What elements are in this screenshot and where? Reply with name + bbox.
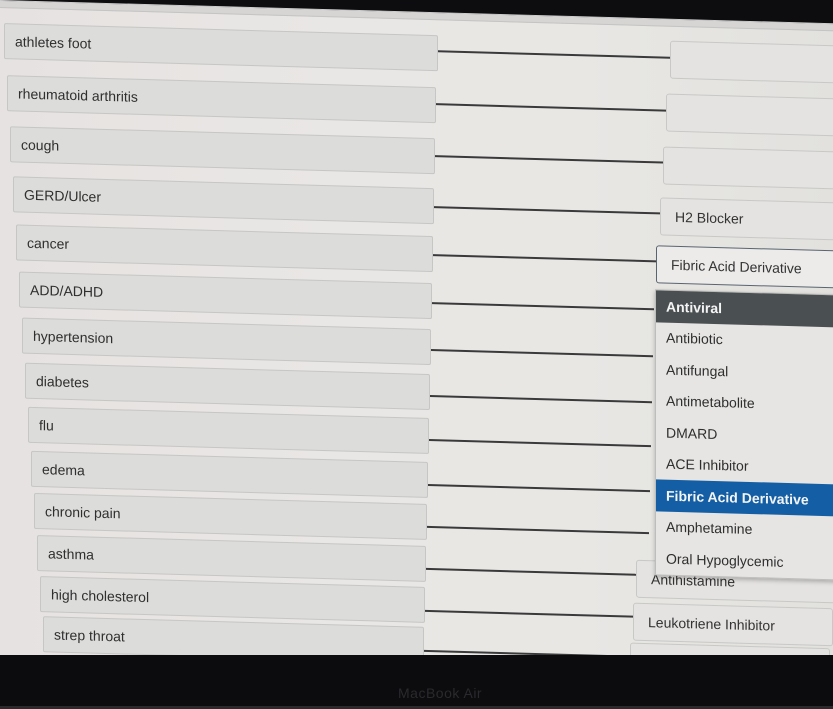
answer-dropdown-cancer[interactable]: Fibric Acid Derivative bbox=[656, 245, 833, 289]
dropdown-option[interactable]: Antibiotic bbox=[656, 322, 833, 359]
prompt-label: ADD/ADHD bbox=[30, 281, 104, 300]
connector-line bbox=[429, 438, 651, 448]
prompt-flu: flu bbox=[28, 406, 429, 454]
connector-line bbox=[425, 609, 633, 618]
prompt-edema: edema bbox=[31, 450, 428, 498]
prompt-label: edema bbox=[42, 461, 85, 479]
answer-dropdown-high-cholesterol[interactable]: Leukotriene Inhibitor bbox=[633, 602, 833, 647]
matching-quiz-screen: athletes foot rheumatoid arthritis cough… bbox=[0, 0, 833, 687]
connector-line bbox=[427, 525, 649, 535]
prompt-diabetes: diabetes bbox=[25, 362, 430, 411]
connector-line bbox=[435, 155, 663, 164]
prompt-label: hypertension bbox=[33, 327, 114, 347]
dropdown-options-list: Antiviral Antibiotic Antifungal Antimeta… bbox=[655, 289, 833, 581]
prompt-label: chronic pain bbox=[45, 503, 121, 522]
connector-line bbox=[434, 206, 660, 215]
dropdown-option[interactable]: Oral Hypoglycemic bbox=[656, 542, 833, 579]
prompt-cough: cough bbox=[10, 126, 435, 175]
dropdown-option-selected[interactable]: Fibric Acid Derivative bbox=[656, 479, 833, 517]
dropdown-option[interactable]: Antiviral bbox=[656, 290, 833, 328]
prompt-chronic-pain: chronic pain bbox=[34, 492, 427, 540]
prompt-label: athletes foot bbox=[15, 33, 92, 52]
prompt-label: cough bbox=[21, 136, 60, 154]
prompt-label: cancer bbox=[27, 234, 70, 252]
prompt-label: strep throat bbox=[54, 626, 125, 645]
answer-dropdown-cough[interactable] bbox=[663, 146, 833, 190]
prompt-label: GERD/Ulcer bbox=[24, 186, 102, 205]
prompt-label: flu bbox=[39, 417, 54, 434]
prompt-label: asthma bbox=[48, 545, 94, 563]
dropdown-option[interactable]: Amphetamine bbox=[656, 511, 833, 548]
connector-line bbox=[433, 254, 657, 263]
connector-line bbox=[431, 349, 653, 358]
dropdown-option[interactable]: DMARD bbox=[656, 416, 833, 453]
answer-value: H2 Blocker bbox=[675, 208, 744, 227]
prompt-athletes-foot: athletes foot bbox=[4, 23, 438, 72]
prompt-asthma: asthma bbox=[37, 535, 426, 582]
dropdown-option[interactable]: Antifungal bbox=[656, 353, 833, 390]
connector-line bbox=[436, 103, 666, 112]
prompt-label: diabetes bbox=[36, 373, 89, 391]
prompt-rheumatoid-arthritis: rheumatoid arthritis bbox=[7, 75, 436, 124]
answer-dropdown-gerd-ulcer[interactable]: H2 Blocker bbox=[660, 197, 833, 241]
prompt-add-adhd: ADD/ADHD bbox=[19, 271, 432, 320]
prompt-label: high cholesterol bbox=[51, 586, 150, 606]
dropdown-option[interactable]: Antimetabolite bbox=[656, 385, 833, 422]
laptop-bezel: MacBook Air bbox=[0, 655, 833, 709]
prompt-cancer: cancer bbox=[16, 224, 433, 273]
connector-line bbox=[438, 50, 670, 59]
answer-value: Fibric Acid Derivative bbox=[671, 256, 802, 277]
prompt-label: rheumatoid arthritis bbox=[18, 85, 138, 105]
answer-dropdown-rheumatoid-arthritis[interactable] bbox=[666, 93, 833, 137]
answer-value: Leukotriene Inhibitor bbox=[648, 614, 775, 634]
dropdown-option[interactable]: ACE Inhibitor bbox=[656, 448, 833, 485]
prompt-high-cholesterol: high cholesterol bbox=[40, 576, 425, 623]
connector-line bbox=[426, 567, 636, 576]
connector-line bbox=[432, 302, 654, 311]
prompt-gerd-ulcer: GERD/Ulcer bbox=[13, 176, 434, 225]
connector-line bbox=[428, 483, 650, 493]
bezel-brand-label: MacBook Air bbox=[398, 685, 483, 701]
prompt-hypertension: hypertension bbox=[22, 317, 431, 366]
answer-dropdown-athletes-foot[interactable] bbox=[670, 40, 833, 84]
connector-line bbox=[430, 395, 652, 404]
